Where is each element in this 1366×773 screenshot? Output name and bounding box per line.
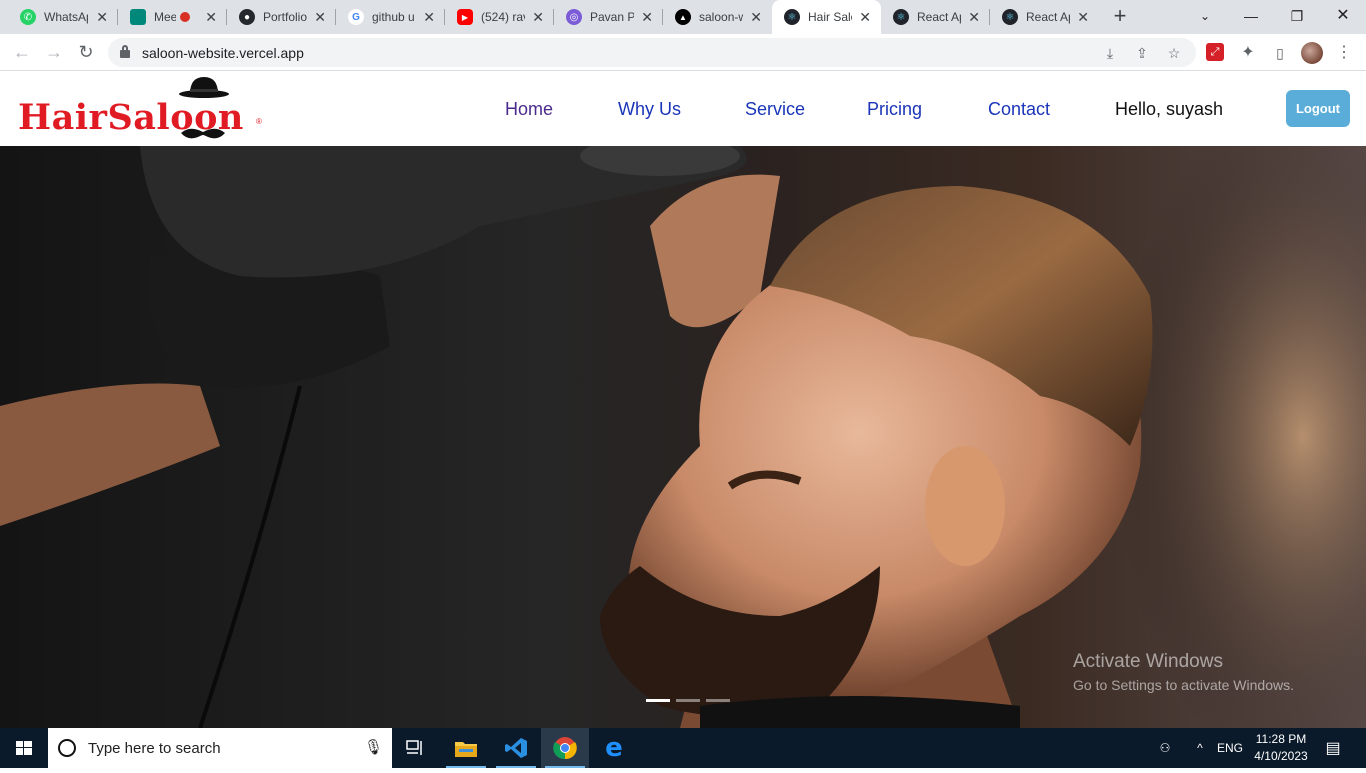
recording-indicator-icon — [180, 12, 190, 22]
share-icon[interactable]: ⇪ — [1132, 43, 1152, 63]
edge-icon[interactable]: e — [590, 728, 638, 768]
lock-icon[interactable] — [120, 45, 130, 58]
browser-tab-strip: ✆ WhatsApp ✕ Meet ✕ ● Portfolio ✕ G gith… — [0, 0, 1366, 34]
github-icon: ● — [239, 9, 255, 25]
close-tab-icon[interactable]: ✕ — [96, 9, 108, 25]
cortana-icon — [58, 739, 76, 757]
profile-avatar[interactable] — [1301, 42, 1323, 64]
vscode-icon[interactable] — [492, 728, 540, 768]
browser-tab-whatsapp[interactable]: ✆ WhatsApp ✕ — [8, 0, 118, 34]
nav-why-us[interactable]: Why Us — [618, 99, 681, 120]
chrome-icon[interactable] — [541, 728, 589, 768]
whatsapp-icon: ✆ — [20, 9, 36, 25]
react-icon: ⚛ — [1002, 9, 1018, 25]
people-icon[interactable]: ⚇ — [1150, 728, 1180, 768]
browser-tab-portfolio[interactable]: ● Portfolio ✕ — [227, 0, 336, 34]
google-meet-icon — [130, 9, 146, 25]
browser-tab-react-app-2[interactable]: ⚛ React Ap ✕ — [990, 0, 1099, 34]
browser-tab-hair-salon[interactable]: ⚛ Hair Salo ✕ — [772, 0, 881, 34]
close-tab-icon[interactable]: ✕ — [859, 9, 871, 25]
clock-time: 11:28 PM — [1255, 732, 1307, 746]
browser-toolbar: ← → ↻ saloon-website.vercel.app ⤓ ⇪ ☆ ⤢ … — [0, 34, 1366, 71]
install-app-icon[interactable]: ⤓ — [1100, 43, 1120, 63]
close-tab-icon[interactable]: ✕ — [314, 9, 326, 25]
browser-tab-react-app-1[interactable]: ⚛ React Ap ✕ — [881, 0, 990, 34]
browser-tab-youtube[interactable]: ▶ (524) rav ✕ — [445, 0, 554, 34]
task-view-icon[interactable] — [392, 728, 440, 768]
close-tab-icon[interactable]: ✕ — [750, 9, 762, 25]
close-tab-icon[interactable]: ✕ — [1077, 9, 1089, 25]
activate-windows-watermark: Activate Windows Go to Settings to activ… — [1073, 651, 1294, 693]
close-tab-icon[interactable]: ✕ — [423, 9, 435, 25]
side-panel-icon[interactable]: ▯ — [1270, 43, 1290, 63]
browser-tab-meet[interactable]: Meet ✕ — [118, 0, 227, 34]
portfolio-icon: ◎ — [566, 9, 582, 25]
nav-service[interactable]: Service — [745, 99, 805, 120]
bookmark-star-icon[interactable]: ☆ — [1164, 43, 1184, 63]
file-explorer-icon[interactable] — [442, 728, 490, 768]
nav-contact[interactable]: Contact — [988, 99, 1050, 120]
minimize-button[interactable]: — — [1228, 0, 1274, 34]
nav-home[interactable]: Home — [505, 99, 553, 120]
menu-kebab-icon[interactable]: ⋮ — [1334, 43, 1354, 63]
site-header: HairSaloon ® Home Why Us Service Pricing… — [0, 71, 1366, 146]
close-tab-icon[interactable]: ✕ — [532, 9, 544, 25]
logo-wordmark: HairSaloon — [18, 97, 244, 138]
browser-tab-saloon[interactable]: ▲ saloon-w ✕ — [663, 0, 772, 34]
vercel-icon: ▲ — [675, 9, 691, 25]
hero-barber-image — [0, 146, 1366, 728]
carousel-indicator-1[interactable] — [646, 699, 670, 702]
react-icon: ⚛ — [893, 9, 909, 25]
tab-search-icon[interactable]: ⌄ — [1182, 0, 1228, 34]
nav-pricing[interactable]: Pricing — [867, 99, 922, 120]
browser-tab-github-search[interactable]: G github u ✕ — [336, 0, 445, 34]
carousel-indicator-3[interactable] — [706, 699, 730, 702]
start-button[interactable] — [0, 728, 48, 768]
registered-mark-icon: ® — [256, 117, 262, 126]
system-clock[interactable]: 11:28 PM 4/10/2023 — [1248, 731, 1314, 765]
windows-logo-icon — [16, 741, 32, 755]
close-tab-icon[interactable]: ✕ — [641, 9, 653, 25]
url-text[interactable]: saloon-website.vercel.app — [142, 45, 304, 61]
hairsaloon-logo[interactable]: HairSaloon ® — [18, 77, 268, 143]
logout-button[interactable]: Logout — [1286, 90, 1350, 127]
browser-tab-pavan[interactable]: ◎ Pavan Pa ✕ — [554, 0, 663, 34]
address-bar[interactable]: saloon-website.vercel.app ⤓ ⇪ ☆ — [108, 38, 1196, 67]
user-greeting: Hello, suyash — [1115, 99, 1224, 119]
youtube-icon: ▶ — [457, 9, 473, 25]
show-hidden-icons-chevron-icon[interactable]: ^ — [1188, 728, 1212, 768]
new-tab-button[interactable]: + — [1108, 5, 1132, 29]
extension-icon[interactable]: ⤢ — [1206, 43, 1224, 61]
action-center-icon[interactable]: ▤ — [1318, 728, 1348, 768]
reload-button[interactable]: ↻ — [74, 40, 98, 64]
carousel-indicator-2[interactable] — [676, 699, 700, 702]
language-indicator[interactable]: ENG — [1214, 728, 1246, 768]
close-tab-icon[interactable]: ✕ — [205, 9, 217, 25]
clock-date: 4/10/2023 — [1254, 749, 1308, 763]
microphone-icon[interactable]: 🎙 — [364, 738, 383, 756]
taskbar-search-box[interactable]: Type here to search 🎙 — [48, 728, 392, 768]
hero-carousel[interactable]: Activate Windows Go to Settings to activ… — [0, 146, 1366, 728]
react-icon: ⚛ — [784, 9, 800, 25]
windows-taskbar: Type here to search 🎙 e ⚇ ^ ENG 11:28 PM… — [0, 728, 1366, 768]
close-tab-icon[interactable]: ✕ — [968, 9, 980, 25]
back-button[interactable]: ← — [10, 40, 34, 64]
restore-button[interactable]: ❐ — [1274, 0, 1320, 34]
carousel-indicators — [646, 699, 730, 702]
google-icon: G — [348, 9, 364, 25]
extensions-puzzle-icon[interactable]: ✦ — [1238, 43, 1258, 63]
close-window-button[interactable]: ✕ — [1320, 0, 1366, 34]
forward-button[interactable]: → — [42, 40, 66, 64]
